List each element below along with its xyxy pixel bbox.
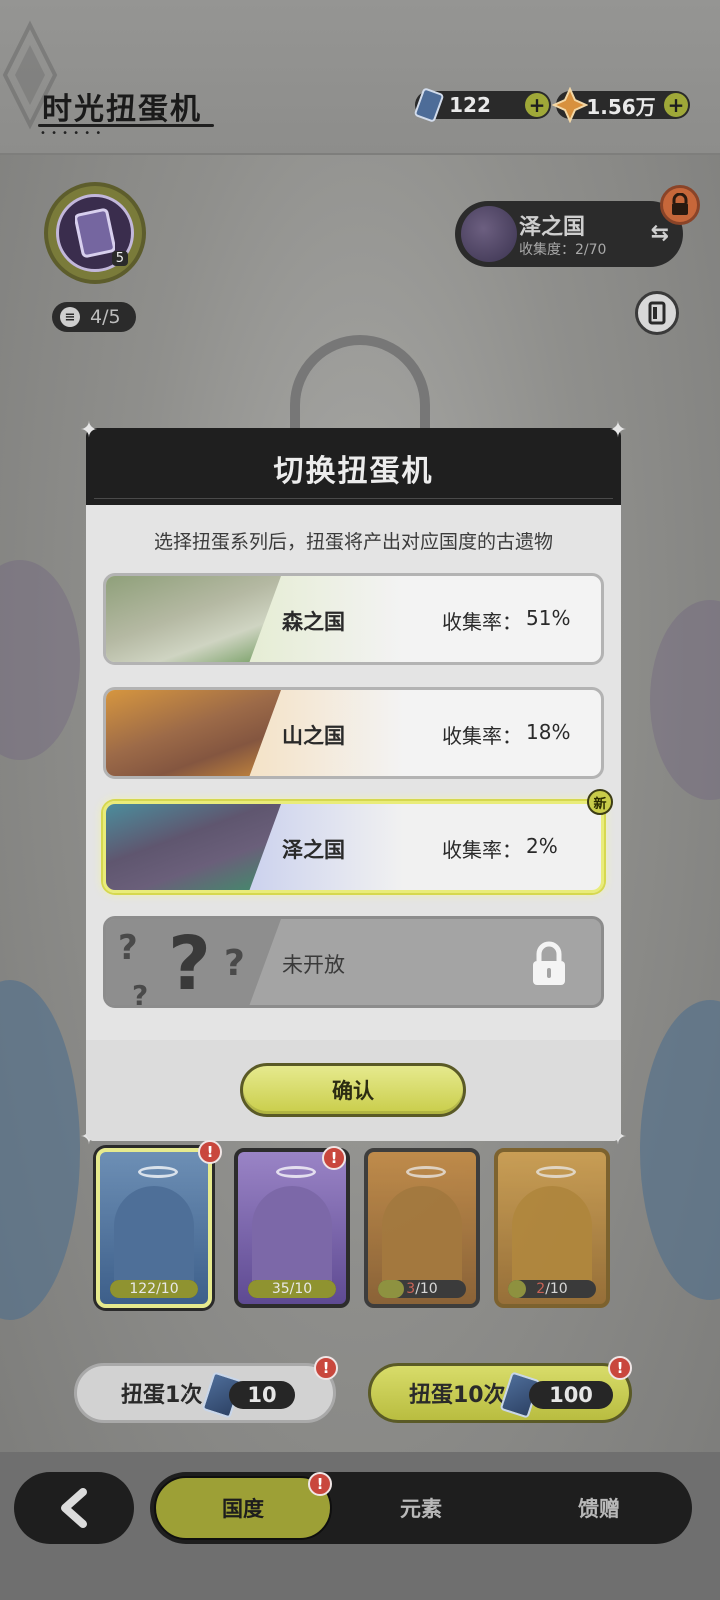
card-count-total: /10 bbox=[415, 1281, 438, 1297]
halo-icon bbox=[536, 1166, 576, 1178]
card-count-current: 2 bbox=[536, 1281, 546, 1297]
rate-label: 收集率： bbox=[442, 724, 522, 748]
tab-bar: 国度 元素 馈赠 bbox=[150, 1472, 692, 1544]
guide-book-button[interactable] bbox=[635, 291, 679, 335]
collection-progress: 收集度：2/70 bbox=[519, 242, 607, 258]
modal-header: 切换扭蛋机 bbox=[86, 428, 621, 505]
gacha-ten-button[interactable]: 扭蛋10次 100 bbox=[368, 1363, 632, 1423]
rate-value: 51% bbox=[526, 606, 571, 630]
card-count: 3/10 bbox=[378, 1280, 466, 1298]
alert-icon: ! bbox=[608, 1356, 632, 1380]
lock-badge-icon bbox=[660, 185, 700, 225]
tab-element[interactable]: 元素 bbox=[332, 1472, 510, 1544]
option-name: 森之国 bbox=[282, 610, 345, 634]
option-mountain-country[interactable]: 山之国 收集率： 18% bbox=[103, 687, 604, 779]
tab-country[interactable]: 国度 bbox=[154, 1476, 332, 1540]
gacha-ten-cost: 100 bbox=[529, 1381, 613, 1409]
add-stars-button[interactable]: + bbox=[664, 93, 688, 117]
rate-label: 收集率： bbox=[442, 838, 522, 862]
rate-value: 18% bbox=[526, 720, 571, 744]
halo-icon bbox=[406, 1166, 446, 1178]
alert-icon: ! bbox=[314, 1356, 338, 1380]
star-currency: 1.56万 + bbox=[552, 87, 690, 123]
top-bar bbox=[0, 0, 720, 155]
gacha-ten-label: 扭蛋10次 bbox=[409, 1383, 506, 1408]
book-icon bbox=[648, 301, 666, 325]
halo-icon bbox=[276, 1166, 316, 1178]
alert-icon: ! bbox=[198, 1140, 222, 1164]
card-count-fill bbox=[378, 1280, 405, 1298]
title-underline bbox=[38, 124, 214, 127]
question-marks-art: ? ? ? ? bbox=[106, 919, 281, 1005]
card-count: 35/10 bbox=[248, 1280, 336, 1298]
gacha-once-label: 扭蛋1次 bbox=[121, 1383, 203, 1408]
mountain-rock-art bbox=[106, 690, 281, 776]
modal-description: 选择扭蛋系列后，扭蛋将产出对应国度的古遗物 bbox=[153, 531, 553, 553]
option-name: 未开放 bbox=[282, 953, 345, 977]
option-name: 山之国 bbox=[282, 724, 345, 748]
swamp-thumbnail bbox=[461, 206, 517, 262]
rate-value: 2% bbox=[526, 834, 558, 858]
progress-text: 4/5 bbox=[90, 306, 121, 328]
confirm-button[interactable]: 确认 bbox=[240, 1063, 466, 1117]
country-name: 泽之国 bbox=[519, 215, 586, 240]
back-arrow-icon bbox=[61, 1488, 87, 1528]
relic-card-gold[interactable]: 2/10 bbox=[494, 1148, 610, 1308]
card-count: 122/10 bbox=[110, 1280, 198, 1298]
card-count-current: 3 bbox=[406, 1281, 416, 1297]
svg-text:?: ? bbox=[132, 979, 148, 1008]
option-swamp-country[interactable]: 泽之国 收集率： 2% bbox=[103, 801, 604, 893]
relic-card-blue[interactable]: 122/10 bbox=[96, 1148, 212, 1308]
card-count-total: /10 bbox=[545, 1281, 568, 1297]
page-title: 时光扭蛋机 bbox=[42, 92, 202, 127]
swamp-rock-art bbox=[106, 804, 281, 890]
add-tickets-button[interactable]: + bbox=[525, 93, 549, 117]
modal-title: 切换扭蛋机 bbox=[273, 454, 434, 489]
switch-gacha-modal: 切换扭蛋机 ✦ ✦ ✦ ✦ 选择扭蛋系列后，扭蛋将产出对应国度的古遗物 森之国 … bbox=[80, 420, 627, 1149]
svg-text:?: ? bbox=[224, 943, 245, 984]
list-icon: ≡ bbox=[60, 307, 80, 327]
tab-gift[interactable]: 馈赠 bbox=[510, 1472, 688, 1544]
card-count-text: 35/10 bbox=[271, 1281, 313, 1297]
card-count-fill bbox=[508, 1280, 526, 1298]
star-gem-icon bbox=[552, 87, 588, 123]
relic-card-purple[interactable]: 35/10 bbox=[234, 1148, 350, 1308]
rate-label: 收集率： bbox=[442, 610, 522, 634]
halo-icon bbox=[138, 1166, 178, 1178]
title-dots: • • • • • • bbox=[40, 128, 103, 139]
option-unopened[interactable]: ? ? ? ? 未开放 bbox=[103, 916, 604, 1008]
relic-card-orange[interactable]: 3/10 bbox=[364, 1148, 480, 1308]
swap-icon: ⇆ bbox=[650, 221, 669, 246]
relic-medal[interactable]: 5 bbox=[44, 182, 146, 284]
alert-icon: ! bbox=[308, 1472, 332, 1496]
new-badge: 新 bbox=[587, 789, 613, 815]
gacha-once-button[interactable]: 扭蛋1次 10 bbox=[74, 1363, 336, 1423]
svg-text:?: ? bbox=[118, 928, 138, 968]
corner-ornament-icon: ✦ bbox=[608, 418, 628, 443]
gacha-once-cost: 10 bbox=[229, 1381, 295, 1409]
progress-pill[interactable]: ≡ 4/5 bbox=[52, 302, 136, 332]
option-forest-country[interactable]: 森之国 收集率： 51% bbox=[103, 573, 604, 665]
medal-count: 5 bbox=[111, 251, 128, 266]
svg-text:?: ? bbox=[168, 921, 211, 1007]
forest-rock-art bbox=[106, 576, 281, 662]
option-name: 泽之国 bbox=[282, 838, 345, 862]
ticket-icon bbox=[414, 88, 444, 122]
country-switch-chip[interactable]: 泽之国 收集度：2/70 ⇆ bbox=[455, 201, 683, 267]
card-count: 2/10 bbox=[508, 1280, 596, 1298]
corner-ornament-icon: ✦ bbox=[79, 418, 99, 443]
ticket-currency: 122 + bbox=[414, 88, 551, 122]
back-button[interactable] bbox=[14, 1472, 134, 1544]
card-count-text: 122/10 bbox=[129, 1281, 179, 1297]
lock-icon bbox=[533, 941, 565, 985]
alert-icon: ! bbox=[322, 1146, 346, 1170]
